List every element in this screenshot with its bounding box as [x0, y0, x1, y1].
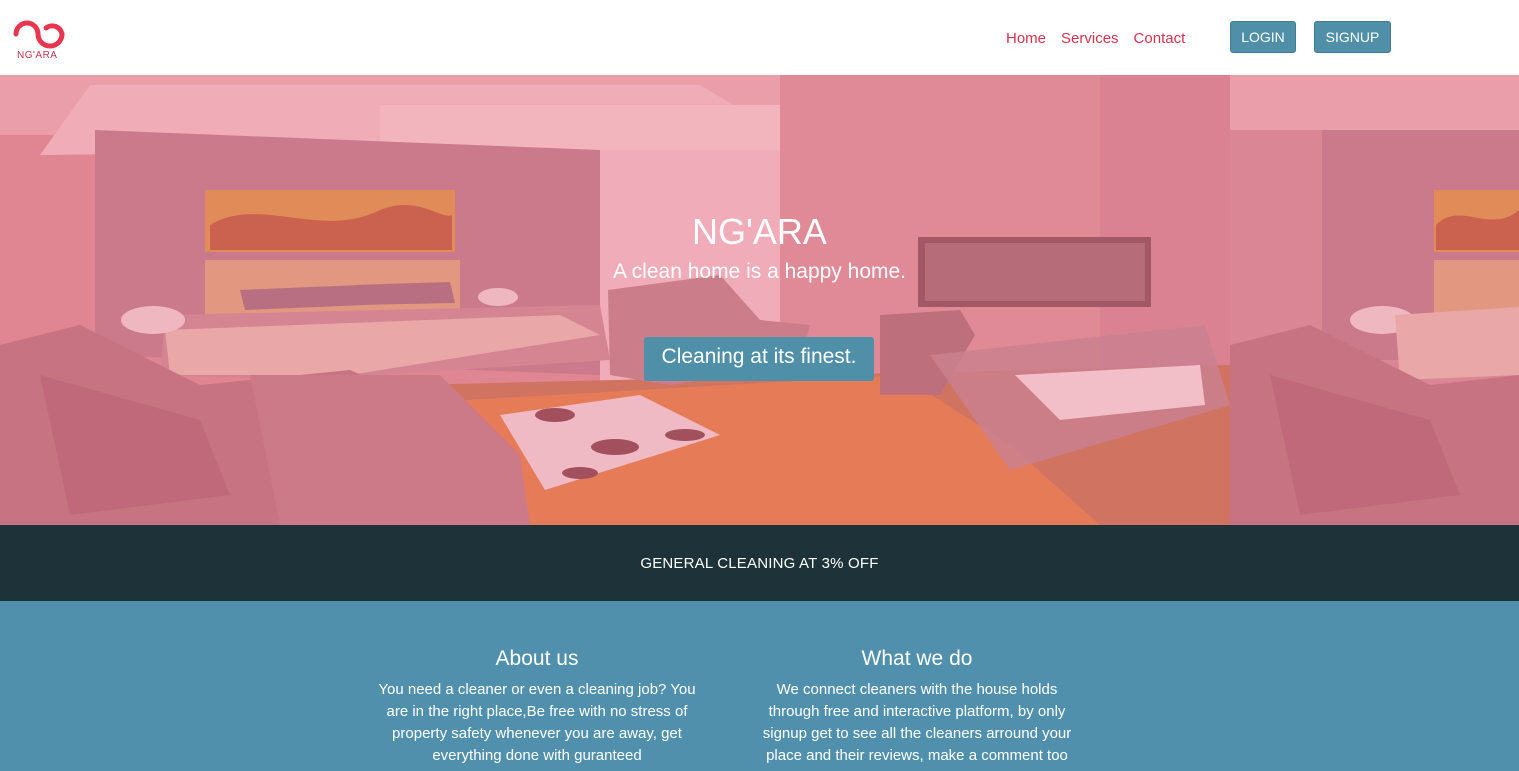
what-we-do-text: We connect cleaners with the house holds…: [762, 681, 1072, 764]
about-us-text: You need a cleaner or even a cleaning jo…: [378, 681, 696, 764]
promo-banner: GENERAL CLEANING AT 3% OFF: [0, 525, 1519, 601]
login-button[interactable]: LOGIN: [1230, 21, 1296, 53]
hero-tint-overlay: [0, 75, 1519, 525]
hero-title: NG'ARA: [692, 211, 827, 252]
what-we-do-heading: What we do: [861, 647, 973, 670]
nav-link-contact[interactable]: Contact: [1134, 30, 1186, 48]
signup-button[interactable]: SIGNUP: [1314, 21, 1391, 53]
hero-cta-button[interactable]: Cleaning at its finest.: [644, 337, 874, 381]
main-nav: Home Services Contact: [1006, 30, 1185, 48]
hero-subtitle: A clean home is a happy home.: [612, 260, 906, 283]
what-we-do-column: What we do We connect cleaners with the …: [752, 647, 1082, 767]
info-section: About us You need a cleaner or even a cl…: [0, 601, 1519, 771]
about-us-column: About us You need a cleaner or even a cl…: [372, 647, 702, 767]
about-us-heading: About us: [495, 647, 579, 670]
logo-wordmark: NG'ARA: [17, 50, 58, 61]
promo-text: GENERAL CLEANING AT 3% OFF: [640, 555, 879, 572]
logo-icon: [13, 20, 65, 49]
nav-link-home[interactable]: Home: [1006, 30, 1046, 48]
hero-banner: NG'ARA A clean home is a happy home. Cle…: [0, 75, 1519, 525]
site-header: NG'ARA Home Services Contact LOGIN SIGNU…: [0, 0, 1519, 75]
nav-link-services[interactable]: Services: [1061, 30, 1119, 48]
